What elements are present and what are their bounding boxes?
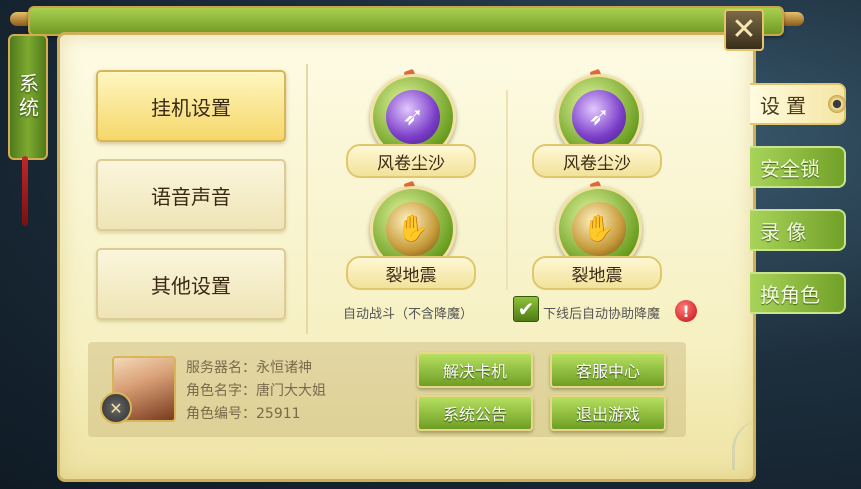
skill-name-ribbon: 裂地震 — [346, 256, 476, 290]
tab-settings[interactable]: 设置 — [750, 83, 846, 125]
button-label: 退出游戏 — [575, 405, 640, 424]
skill-name-ribbon: 风卷尘沙 — [532, 144, 662, 178]
button-label: 系统公告 — [442, 405, 507, 424]
tornado-icon: ➶ — [572, 90, 626, 144]
tornado-icon: ➶ — [386, 90, 440, 144]
skill-name: 风卷尘沙 — [563, 153, 631, 174]
menu-other-settings[interactable]: 其他设置 — [96, 248, 286, 320]
button-label: 客服中心 — [575, 362, 640, 381]
role-id: 角色编号：25911 — [186, 406, 301, 422]
skill-name: 裂地震 — [571, 265, 623, 286]
skill-name: 风卷尘沙 — [377, 153, 445, 174]
tassel-decoration — [22, 156, 28, 226]
tab-switch-character[interactable]: 换角色 — [750, 272, 846, 314]
system-side-tag: 系统 — [8, 34, 48, 160]
tab-indicator-icon — [828, 95, 846, 113]
earthquake-icon: ✋ — [386, 202, 440, 256]
tab-label: 换角色 — [760, 282, 820, 307]
earthquake-icon: ✋ — [572, 202, 626, 256]
offline-assist-checkbox[interactable]: ✔ — [513, 296, 539, 322]
announcement-button[interactable]: 系统公告 — [417, 395, 533, 431]
unstuck-button[interactable]: 解决卡机 — [417, 352, 533, 388]
warning-icon[interactable]: ! — [675, 300, 697, 322]
close-button[interactable]: ✕ — [724, 9, 764, 51]
background-decoration — [732, 420, 795, 470]
skill-name: 裂地震 — [385, 265, 437, 286]
auto-battle-caption: 自动战斗（不含降魔） — [343, 307, 474, 322]
tab-label: 录 像 — [760, 219, 807, 244]
offline-assist-caption: 下线后自动协助降魔 — [543, 307, 661, 322]
menu-item-label: 语音声音 — [151, 184, 231, 209]
badge-glyph: ✕ — [109, 398, 123, 418]
avatar-badge-icon[interactable]: ✕ — [100, 392, 132, 424]
server-name: 服务器名：永恒诸神 — [186, 360, 312, 376]
warning-glyph: ! — [682, 301, 690, 321]
button-label: 解决卡机 — [442, 362, 507, 381]
customer-service-button[interactable]: 客服中心 — [550, 352, 666, 388]
checkmark-icon: ✔ — [517, 297, 535, 321]
menu-item-label: 其他设置 — [151, 273, 231, 298]
skill-name-ribbon: 风卷尘沙 — [346, 144, 476, 178]
close-icon: ✕ — [731, 12, 757, 47]
tab-label: 设置 — [760, 93, 812, 118]
menu-auto-battle-settings[interactable]: 挂机设置 — [96, 70, 286, 142]
menu-voice-sound[interactable]: 语音声音 — [96, 159, 286, 231]
system-side-tag-label: 系统 — [15, 73, 40, 121]
column-divider — [506, 90, 508, 290]
tab-security-lock[interactable]: 安全锁 — [750, 146, 846, 188]
tab-recording[interactable]: 录 像 — [750, 209, 846, 251]
menu-item-label: 挂机设置 — [151, 95, 231, 120]
tab-label: 安全锁 — [760, 156, 820, 181]
role-name: 角色名字：唐门大大姐 — [186, 383, 326, 399]
skill-name-ribbon: 裂地震 — [532, 256, 662, 290]
logout-button[interactable]: 退出游戏 — [550, 395, 666, 431]
section-divider — [306, 64, 308, 334]
